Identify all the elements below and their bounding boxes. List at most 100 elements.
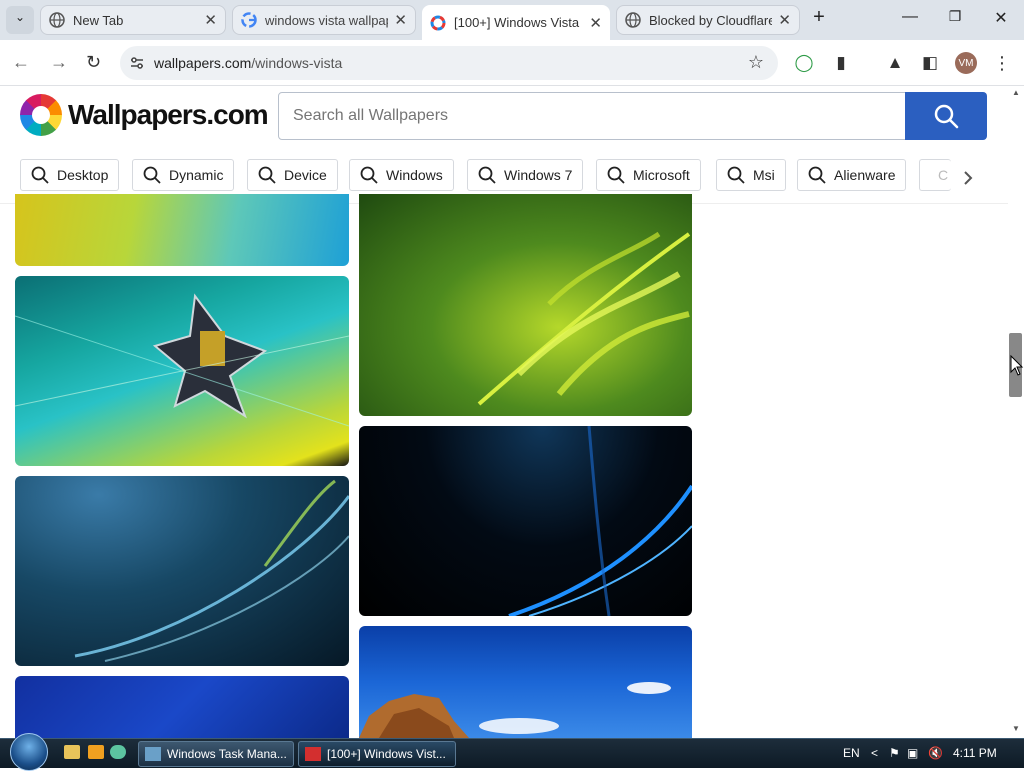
url-path: /windows-vista	[251, 55, 343, 71]
flag-tray-icon[interactable]: ⚑	[889, 746, 900, 760]
search-icon	[478, 166, 496, 184]
back-arrow-icon[interactable]: ←	[12, 52, 30, 73]
bookmark-star-icon[interactable]: ☆	[748, 52, 764, 73]
site-logo[interactable]: Wallpapers.com	[20, 94, 269, 136]
scroll-up-arrow-icon[interactable]: ▲	[1012, 88, 1020, 97]
tab-title: New Tab	[73, 12, 124, 28]
search-button[interactable]	[905, 92, 987, 140]
taskbar-item-browser[interactable]: [100+] Windows Vist...	[298, 741, 456, 767]
tab-new-tab[interactable]: New Tab ✕	[40, 5, 226, 35]
clock[interactable]: 4:11 PM	[953, 746, 997, 760]
extensions-puzzle-icon[interactable]: ▮	[830, 52, 852, 74]
search-icon	[808, 166, 826, 184]
aurora-streak-graphic	[74, 479, 349, 662]
site-settings-icon[interactable]	[128, 54, 146, 72]
search-icon	[934, 104, 959, 129]
google-icon	[241, 12, 257, 28]
chip-scroll-right-icon[interactable]	[956, 166, 980, 190]
chip-device[interactable]: Device	[247, 159, 338, 191]
search-icon	[31, 166, 49, 184]
language-indicator[interactable]: EN	[843, 746, 860, 760]
windows-taskbar: Windows Task Mana... [100+] Windows Vist…	[0, 733, 1024, 771]
rock-island-graphic	[359, 682, 671, 738]
close-tab-icon[interactable]: ✕	[778, 11, 791, 29]
search-icon	[258, 166, 276, 184]
adguard-extension-icon[interactable]: ◯	[793, 52, 815, 74]
close-window-icon[interactable]: ✕	[986, 8, 1016, 28]
wallpaper-shattered-motherboard[interactable]	[15, 276, 349, 466]
wallpaper-blue-aurora[interactable]	[15, 476, 349, 666]
close-tab-icon[interactable]: ✕	[589, 14, 602, 32]
explorer-quicklaunch-icon[interactable]	[64, 745, 80, 759]
chip-windows-7[interactable]: Windows 7	[467, 159, 584, 191]
wallpapers-icon	[430, 15, 446, 30]
switch-windows-quicklaunch-icon[interactable]	[110, 745, 126, 759]
chip-msi[interactable]: Msi	[716, 159, 786, 191]
search-icon	[607, 166, 625, 184]
search-input[interactable]	[279, 93, 905, 139]
labs-flask-icon[interactable]: ▲	[884, 52, 906, 74]
minimize-icon[interactable]: —	[895, 8, 925, 26]
blue-streak-graphic	[508, 426, 692, 616]
address-bar[interactable]: wallpapers.com/windows-vista ☆	[120, 46, 778, 80]
wallpaper-black-blue-streak[interactable]	[359, 426, 692, 616]
mouse-cursor-icon	[1010, 355, 1024, 376]
site-header: Wallpapers.com	[0, 86, 1008, 148]
start-orb-icon[interactable]	[10, 733, 48, 771]
wallpaper-sky-rocks[interactable]	[359, 626, 692, 738]
tab-google-search[interactable]: windows vista wallpaper ✕	[232, 5, 416, 35]
search-box[interactable]	[278, 92, 906, 140]
chip-partial[interactable]: C	[919, 159, 951, 191]
url-text[interactable]: wallpapers.com/windows-vista	[154, 55, 342, 71]
chip-label: Windows	[386, 167, 443, 183]
tray-expand-icon[interactable]: <	[871, 746, 878, 760]
wallpaper-green-fern[interactable]	[359, 194, 692, 416]
tab-windows-vista[interactable]: [100+] Windows Vista ✕	[422, 5, 610, 40]
wallpaper-blue-partial[interactable]	[15, 676, 349, 738]
browser-taskbar-icon	[305, 747, 321, 761]
task-manager-icon	[145, 747, 161, 761]
profile-avatar[interactable]: VM	[955, 52, 977, 74]
chip-alienware[interactable]: Alienware	[797, 159, 907, 191]
network-tray-icon[interactable]: ▣	[907, 746, 918, 760]
globe-icon	[49, 12, 65, 28]
wallpaper-yellow-teal[interactable]	[15, 194, 349, 266]
chip-label: Dynamic	[169, 167, 224, 183]
scroll-down-arrow-icon[interactable]: ▼	[1012, 724, 1020, 733]
chip-label: Alienware	[834, 167, 896, 183]
more-menu-icon[interactable]: ⋮	[991, 52, 1013, 74]
close-tab-icon[interactable]: ✕	[394, 11, 407, 29]
media-player-quicklaunch-icon[interactable]	[88, 745, 104, 759]
color-wheel-logo-icon	[20, 94, 62, 136]
chip-desktop[interactable]: Desktop	[20, 159, 120, 191]
search-icon	[727, 166, 745, 184]
chip-microsoft[interactable]: Microsoft	[596, 159, 701, 191]
close-tab-icon[interactable]: ✕	[204, 11, 217, 29]
browser-toolbar: ← → ↻ wallpapers.com/windows-vista ☆ ◯ ▮…	[0, 40, 1024, 86]
tab-cloudflare[interactable]: Blocked by Cloudflare ✕	[616, 5, 800, 35]
tab-title: windows vista wallpaper	[265, 12, 388, 28]
page-scrollbar[interactable]: ▲ ▼	[1008, 86, 1024, 738]
reload-icon[interactable]: ↻	[86, 52, 101, 73]
side-panel-icon[interactable]: ◧	[919, 52, 941, 74]
volume-muted-tray-icon[interactable]: 🔇	[928, 746, 943, 760]
shattered-glass-graphic	[15, 293, 349, 427]
tab-search-button[interactable]: ⌄	[6, 6, 34, 34]
new-tab-plus-icon[interactable]: +	[804, 6, 834, 29]
forward-arrow-icon[interactable]: →	[50, 52, 68, 73]
chip-label: Msi	[753, 167, 775, 183]
logo-text: Wallpapers.com	[68, 99, 269, 130]
globe-icon	[625, 12, 641, 28]
taskbar-item-label: [100+] Windows Vist...	[327, 747, 446, 761]
taskbar-item-task-manager[interactable]: Windows Task Mana...	[138, 741, 294, 767]
restore-icon[interactable]: ❐	[940, 8, 970, 25]
chip-label: Microsoft	[633, 167, 690, 183]
browser-titlebar: ⌄ New Tab ✕ windows vista wallpaper ✕ [1…	[0, 0, 1024, 40]
url-host: wallpapers.com	[154, 55, 252, 71]
chip-dynamic[interactable]: Dynamic	[132, 159, 235, 191]
chip-windows[interactable]: Windows	[349, 159, 454, 191]
search-icon	[143, 166, 161, 184]
search-icon	[360, 166, 378, 184]
web-page: Wallpapers.com Desktop Dynamic Device Wi…	[0, 86, 1008, 738]
chip-label: Windows 7	[504, 167, 573, 183]
